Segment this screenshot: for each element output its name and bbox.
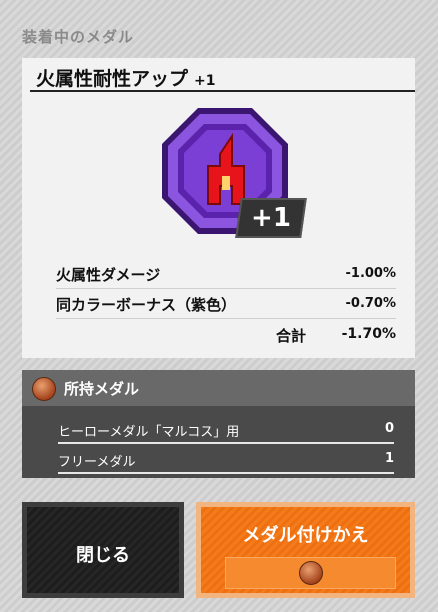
medal-name: 火属性耐性アップ xyxy=(36,68,189,90)
total-row: 合計 -1.70% xyxy=(56,323,396,349)
total-value: -1.70% xyxy=(341,326,396,342)
owned-medals-panel: 所持メダル ヒーローメダル「マルコス」用 0 フリーメダル 1 xyxy=(22,370,415,478)
equipped-medal-panel: 火属性耐性アップ +1 +1 火属性ダメージ -1.00% 同カラーボーナス（紫色… xyxy=(22,58,415,358)
owned-count: 1 xyxy=(384,451,394,466)
divider xyxy=(30,90,415,92)
close-button[interactable]: 閉じる xyxy=(22,502,184,598)
stat-value: -1.00% xyxy=(345,266,397,281)
owned-label: フリーメダル xyxy=(58,455,136,470)
stat-row-color-bonus: 同カラーボーナス（紫色） -0.70% xyxy=(56,292,396,319)
medal-coin-icon xyxy=(32,377,56,401)
owned-medals-title: 所持メダル xyxy=(64,380,140,398)
swap-medal-label: メダル付けかえ xyxy=(242,525,369,546)
swap-medal-button[interactable]: メダル付けかえ xyxy=(196,502,415,598)
owned-row-free-medal: フリーメダル 1 xyxy=(58,448,394,474)
medal-name-row: 火属性耐性アップ +1 xyxy=(36,64,216,91)
close-button-label: 閉じる xyxy=(76,545,130,566)
medal-level: +1 xyxy=(194,73,216,89)
stat-value: -0.70% xyxy=(345,296,397,311)
owned-row-hero-medal: ヒーローメダル「マルコス」用 0 xyxy=(58,418,394,444)
equipped-medal-heading: 装着中のメダル xyxy=(22,28,135,46)
swap-medal-cost xyxy=(225,557,396,589)
owned-count: 0 xyxy=(384,421,394,436)
medal-coin-icon xyxy=(298,561,323,585)
stat-label: 火属性ダメージ xyxy=(56,266,161,284)
stat-label: 同カラーボーナス（紫色） xyxy=(56,296,237,314)
stat-row-fire-damage: 火属性ダメージ -1.00% xyxy=(56,262,396,289)
total-label: 合計 xyxy=(275,327,306,345)
medal-plus-badge: +1 xyxy=(235,198,307,238)
owned-label: ヒーローメダル「マルコス」用 xyxy=(58,425,240,440)
owned-medals-header: 所持メダル xyxy=(22,370,415,406)
